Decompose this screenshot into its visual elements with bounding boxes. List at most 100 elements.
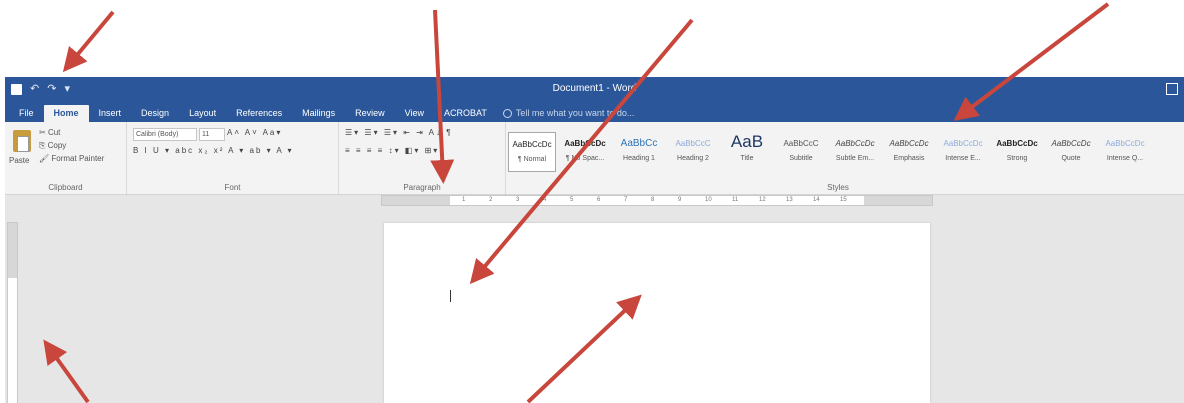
style-sample: AaBbCcDc: [564, 139, 606, 148]
style-item[interactable]: AaBbCcDc Strong: [994, 132, 1040, 170]
style-item[interactable]: AaBbCcDc Intense Q...: [1102, 132, 1148, 170]
vertical-ruler[interactable]: [7, 222, 18, 403]
tab-design[interactable]: Design: [131, 105, 179, 122]
style-item[interactable]: AaBbCcDc Emphasis: [886, 132, 932, 170]
style-sample: AaBbCcC: [675, 139, 711, 148]
tab-mailings[interactable]: Mailings: [292, 105, 345, 122]
ruler-number: 11: [732, 197, 739, 203]
left-margin-area: [382, 196, 450, 205]
font-size-buttons[interactable]: A˄ A˅ Aa▾: [227, 128, 282, 137]
style-name: Heading 2: [677, 155, 709, 162]
ruler-number: 15: [840, 197, 847, 203]
paragraph-group: ☰▾ ☰▾ ☰▾ ⇤ ⇥ A↓ ¶ ≡ ≡ ≡ ≡ ↕▾ ◧▾ ⊞▾ Parag…: [339, 122, 506, 194]
paragraph-list-buttons[interactable]: ☰▾ ☰▾ ☰▾ ⇤ ⇥ A↓ ¶: [345, 128, 453, 137]
ruler-number: 6: [597, 197, 601, 203]
copy-label: Copy: [47, 141, 67, 150]
format-painter-button[interactable]: 🖌 Format Painter: [39, 154, 104, 163]
tab-home[interactable]: Home: [43, 105, 89, 122]
paste-button[interactable]: Paste: [9, 156, 29, 165]
style-item[interactable]: AaBbCcC Heading 2: [670, 132, 716, 170]
tell-me-text: Tell me what you want to do...: [515, 108, 635, 118]
style-name: Intense Q...: [1106, 155, 1144, 162]
arrow-quick-access-toolbar: [62, 10, 115, 73]
ruler-number: 5: [570, 197, 574, 203]
style-sample: AaBbCcDc: [835, 139, 875, 148]
tab-insert[interactable]: Insert: [89, 105, 132, 122]
style-name: Heading 1: [623, 155, 655, 162]
font-group-label: Font: [224, 183, 241, 192]
right-margin-area: [864, 196, 932, 205]
paste-icon[interactable]: [13, 130, 31, 152]
style-name: Title: [740, 155, 754, 162]
style-item[interactable]: AaBbCcDc Quote: [1048, 132, 1094, 170]
style-name: ¶ No Spac...: [565, 155, 605, 162]
ruler-number: 10: [705, 197, 712, 203]
document-page[interactable]: [384, 223, 930, 403]
style-sample: AaBbCc: [620, 138, 658, 149]
style-item[interactable]: AaBbCcDc ¶ Normal: [508, 132, 556, 172]
clipboard-group-label: Clipboard: [48, 183, 83, 192]
ruler-number: 9: [678, 197, 682, 203]
clipboard-group: Paste ✂ Cut ⎘ Copy 🖌 Format Painter Clip…: [5, 122, 127, 194]
format-painter-label: Format Painter: [51, 154, 105, 163]
ruler-number: 14: [813, 197, 820, 203]
ruler-number: 3: [516, 197, 520, 203]
ribbon-tab-bar: File Home Insert Design Layout References Mail…: [5, 102, 1184, 122]
horizontal-ruler[interactable]: 1 2 3 4 5 6 7 8 9 10 11 12 13 14 15: [381, 195, 933, 206]
tab-file[interactable]: File: [9, 105, 44, 122]
style-item[interactable]: AaBbCcC Subtitle: [778, 132, 824, 170]
style-sample: AaBbCcC: [783, 139, 819, 148]
style-sample: AaBbCcDc: [943, 139, 983, 148]
tab-layout[interactable]: Layout: [179, 105, 226, 122]
style-sample: AaBbCcDc: [889, 139, 929, 148]
style-item[interactable]: AaBbCcDc ¶ No Spac...: [562, 132, 608, 170]
copy-button[interactable]: ⎘ Copy: [39, 141, 66, 151]
style-name: Subtitle: [789, 155, 813, 162]
style-name: ¶ Normal: [517, 156, 547, 163]
style-item[interactable]: AaBbCcDc Subtle Em...: [832, 132, 878, 170]
style-item[interactable]: AaB Title: [724, 132, 770, 170]
style-sample: AaBbCcDc: [1051, 139, 1091, 148]
style-item[interactable]: AaBbCc Heading 1: [616, 132, 662, 170]
cut-button[interactable]: ✂ Cut: [39, 128, 60, 137]
style-name: Strong: [1006, 155, 1028, 162]
style-sample: AaBbCcDc: [1105, 139, 1145, 148]
ruler-number: 13: [786, 197, 793, 203]
tell-me-search[interactable]: Tell me what you want to do...: [497, 105, 635, 122]
tab-acrobat[interactable]: ACROBAT: [434, 105, 497, 122]
ruler-number: 7: [624, 197, 628, 203]
style-name: Subtle Em...: [835, 155, 875, 162]
tab-view[interactable]: View: [395, 105, 434, 122]
tab-review[interactable]: Review: [345, 105, 395, 122]
document-title: Document1 - Word: [552, 83, 637, 94]
word-window: ↶ ↷ ▾ Document1 - Word File Home Insert Des…: [5, 77, 1184, 403]
style-sample: AaBbCcDc: [512, 140, 552, 149]
style-sample: AaB: [730, 132, 764, 151]
paragraph-group-label: Paragraph: [403, 183, 441, 192]
top-margin-area: [8, 223, 17, 278]
ribbon: Paste ✂ Cut ⎘ Copy 🖌 Format Painter Clip…: [5, 122, 1184, 195]
ruler-number: 2: [489, 197, 493, 203]
style-name: Intense E...: [945, 155, 981, 162]
tab-references[interactable]: References: [226, 105, 292, 122]
text-cursor: [450, 290, 451, 302]
font-group: Calibri (Body) 11 A˄ A˅ Aa▾ B I U ▾ abc …: [127, 122, 339, 194]
styles-group-label: Styles: [827, 183, 849, 192]
style-sample: AaBbCcDc: [996, 139, 1038, 148]
ruler-number: 12: [759, 197, 766, 203]
styles-gallery: AaBbCcDc ¶ Normal AaBbCcDc ¶ No Spac... AaBb…: [508, 126, 1168, 172]
title-bar: ↶ ↷ ▾ Document1 - Word: [5, 77, 1184, 102]
style-name: Quote: [1061, 155, 1081, 162]
font-format-buttons[interactable]: B I U ▾ abc x₂ x² A ▾ ab ▾ A ▾: [133, 146, 294, 155]
ribbon-display-options-icon[interactable]: [1166, 83, 1178, 95]
ruler-number: 1: [462, 197, 466, 203]
style-name: Emphasis: [893, 155, 925, 162]
paragraph-align-buttons[interactable]: ≡ ≡ ≡ ≡ ↕▾ ◧▾ ⊞▾: [345, 146, 439, 155]
font-size-select[interactable]: 11: [199, 128, 225, 141]
style-item[interactable]: AaBbCcDc Intense E...: [940, 132, 986, 170]
font-family-select[interactable]: Calibri (Body): [133, 128, 197, 141]
lightbulb-icon: [502, 109, 512, 118]
ruler-number: 8: [651, 197, 655, 203]
ruler-number: 4: [543, 197, 547, 203]
cut-label: Cut: [47, 128, 61, 137]
